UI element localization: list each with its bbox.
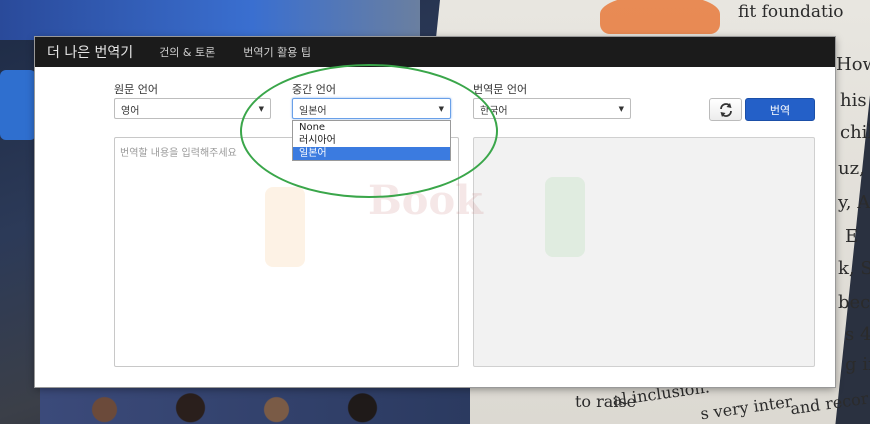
source-language-label: 원문 언어 xyxy=(114,83,158,96)
target-language-select[interactable]: 한국어 ▼ xyxy=(473,98,631,119)
background-text: his xyxy=(840,90,867,111)
brand-title[interactable]: 더 나은 번역기 xyxy=(47,42,133,62)
watermark-chair-icon xyxy=(545,177,585,257)
swap-languages-button[interactable] xyxy=(709,98,742,121)
background-orange-shape xyxy=(600,0,720,34)
source-text-placeholder: 번역할 내용을 입력해주세요 xyxy=(120,148,237,159)
background-text: k, S xyxy=(838,258,870,279)
navbar: 더 나은 번역기 건의 & 토론 번역기 활용 팁 xyxy=(35,37,835,67)
background-puzzle-shape xyxy=(0,70,36,140)
translation-output xyxy=(473,137,815,367)
dropdown-caret-icon: ▼ xyxy=(618,105,624,113)
nav-link-discussion[interactable]: 건의 & 토론 xyxy=(159,44,215,60)
target-language-label: 번역문 언어 xyxy=(473,83,528,96)
background-text: uz, xyxy=(838,158,865,179)
translate-button[interactable]: 번역 xyxy=(745,98,815,121)
background-text: y, A xyxy=(838,192,870,213)
nav-link-tips[interactable]: 번역기 활용 팁 xyxy=(243,44,311,60)
watermark-chair-icon xyxy=(265,187,305,267)
background-text: g in xyxy=(845,354,870,375)
source-language-value: 영어 xyxy=(121,106,140,117)
background-text: chil xyxy=(840,122,870,143)
background-text: s 4 xyxy=(845,324,870,345)
background-text: fit foundatio xyxy=(738,2,844,22)
background-crowd-photo xyxy=(40,388,470,424)
swap-arrows-icon xyxy=(719,102,732,117)
annotation-ellipse xyxy=(240,64,498,198)
background-text: How xyxy=(836,54,870,75)
background-text: beca xyxy=(838,292,870,313)
background-text: E xyxy=(845,226,859,247)
background-blue-strip xyxy=(0,0,420,40)
